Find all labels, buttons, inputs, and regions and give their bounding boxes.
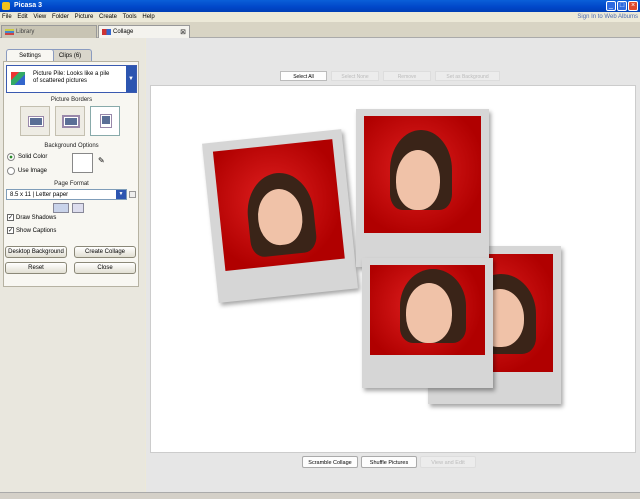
- use-image-radio[interactable]: [7, 167, 15, 175]
- picasa-app-icon: [2, 2, 10, 10]
- title-bar: Picasa 3: [0, 0, 640, 12]
- tab-collage-label: Collage: [113, 29, 134, 35]
- tab-strip: Library Collage ⊠: [0, 22, 640, 38]
- chevron-down-icon[interactable]: ▼: [116, 190, 126, 199]
- select-none-button[interactable]: Select None: [331, 71, 379, 81]
- photo-image: [364, 116, 481, 233]
- chevron-down-icon[interactable]: ▼: [126, 66, 136, 92]
- picture-pile-icon: [11, 72, 25, 85]
- reset-button[interactable]: Reset: [5, 262, 67, 274]
- draw-shadows-label: Draw Shadows: [16, 215, 57, 221]
- format-options-button[interactable]: [129, 191, 136, 198]
- status-bar: [0, 492, 640, 499]
- collage-style-text: Picture Pile: Looks like a pile of scatt…: [33, 71, 110, 84]
- menu-edit[interactable]: Edit: [17, 14, 27, 20]
- library-icon: [5, 29, 14, 35]
- tab-clips[interactable]: Clips (6): [48, 49, 92, 61]
- menu-picture[interactable]: Picture: [75, 14, 94, 20]
- landscape-orientation-icon[interactable]: [53, 203, 69, 213]
- menu-file[interactable]: File: [2, 14, 12, 20]
- use-image-label: Use Image: [18, 168, 48, 174]
- border-white-button[interactable]: [55, 106, 85, 136]
- border-polaroid-icon: [100, 114, 112, 128]
- face: [406, 283, 452, 343]
- close-button[interactable]: Close: [74, 262, 136, 274]
- menu-view[interactable]: View: [33, 14, 46, 20]
- remove-button[interactable]: Remove: [383, 71, 431, 81]
- border-white-icon: [62, 115, 80, 128]
- collage-photo-3[interactable]: [362, 258, 493, 388]
- show-captions-label: Show Captions: [16, 228, 57, 234]
- border-none-button[interactable]: [20, 106, 50, 136]
- sign-in-link[interactable]: Sign In to Web Albums: [577, 12, 638, 22]
- collage-photo-2[interactable]: [356, 109, 489, 267]
- page-format-value: 8.5 x 11 | Letter paper: [10, 192, 69, 198]
- photo-image: [370, 265, 485, 355]
- background-options-heading: Background Options: [44, 143, 99, 149]
- menu-tools[interactable]: Tools: [123, 14, 137, 20]
- picture-borders-heading: Picture Borders: [50, 97, 93, 103]
- photo-image: [212, 139, 345, 272]
- draw-shadows-checkbox[interactable]: ✓: [7, 214, 14, 221]
- tab-library-label: Library: [16, 29, 35, 35]
- collage-icon: [102, 29, 111, 35]
- maximize-button[interactable]: □: [617, 1, 627, 11]
- create-collage-button[interactable]: Create Collage: [74, 246, 136, 258]
- eyedropper-icon[interactable]: ✎: [98, 156, 105, 165]
- collage-style-select[interactable]: Picture Pile: Looks like a pile of scatt…: [6, 65, 137, 93]
- menu-help[interactable]: Help: [142, 14, 154, 20]
- select-all-button[interactable]: Select All: [280, 71, 327, 81]
- background-color-swatch[interactable]: [72, 153, 93, 173]
- menu-bar: File Edit View Folder Picture Create Too…: [0, 12, 640, 22]
- tab-library[interactable]: Library: [1, 25, 97, 38]
- collage-photo-1[interactable]: [202, 129, 358, 303]
- desktop-background-button[interactable]: Desktop Background: [5, 246, 67, 258]
- face: [396, 150, 440, 210]
- menu-create[interactable]: Create: [99, 14, 117, 20]
- border-none-icon: [28, 116, 44, 127]
- border-polaroid-button[interactable]: [90, 106, 120, 136]
- tab-collage[interactable]: Collage ⊠: [98, 25, 190, 38]
- solid-color-label: Solid Color: [18, 154, 48, 160]
- minimize-button[interactable]: _: [606, 1, 616, 11]
- solid-color-radio[interactable]: [7, 153, 15, 161]
- page-format-heading: Page Format: [54, 181, 89, 187]
- portrait-orientation-icon[interactable]: [72, 203, 84, 213]
- tab-settings[interactable]: Settings: [6, 49, 54, 61]
- set-as-background-button[interactable]: Set as Background: [435, 71, 500, 81]
- close-window-button[interactable]: ×: [628, 1, 638, 11]
- view-and-edit-button[interactable]: View and Edit: [420, 456, 476, 468]
- scramble-collage-button[interactable]: Scramble Collage: [302, 456, 358, 468]
- page-format-select[interactable]: 8.5 x 11 | Letter paper ▼: [6, 189, 127, 200]
- show-captions-checkbox[interactable]: ✓: [7, 227, 14, 234]
- window-title: Picasa 3: [14, 2, 43, 9]
- menu-folder[interactable]: Folder: [52, 14, 69, 20]
- shuffle-pictures-button[interactable]: Shuffle Pictures: [361, 456, 417, 468]
